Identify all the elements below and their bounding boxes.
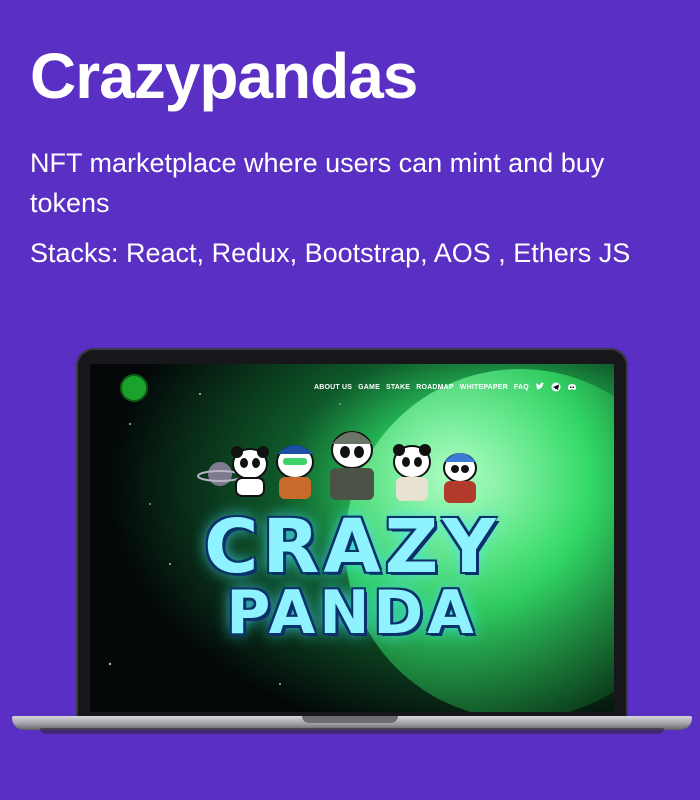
twitter-icon[interactable]	[535, 382, 545, 392]
discord-icon[interactable]	[567, 382, 577, 392]
hero-title-line-2: PANDA	[226, 578, 478, 648]
laptop-shadow	[40, 728, 664, 734]
nav-whitepaper[interactable]: WHITEPAPER	[460, 384, 508, 391]
site-logo[interactable]	[120, 374, 148, 402]
laptop-notch	[302, 716, 398, 723]
site-navigation: ABOUT US GAME STAKE ROADMAP WHITEPAPER F…	[314, 382, 577, 392]
nav-stake[interactable]: STAKE	[386, 384, 410, 391]
page-title: Crazypandas	[30, 40, 418, 112]
nav-roadmap[interactable]: ROADMAP	[416, 384, 454, 391]
nav-faq[interactable]: FAQ	[514, 384, 529, 391]
nav-about-us[interactable]: ABOUT US	[314, 384, 352, 391]
project-description: NFT marketplace where users can mint and…	[30, 148, 605, 218]
nav-game[interactable]: GAME	[358, 384, 380, 391]
laptop-screen: ABOUT US GAME STAKE ROADMAP WHITEPAPER F…	[90, 364, 614, 712]
telegram-icon[interactable]	[551, 382, 561, 392]
tech-stacks: Stacks: React, Redux, Bootstrap, AOS , E…	[30, 238, 631, 268]
